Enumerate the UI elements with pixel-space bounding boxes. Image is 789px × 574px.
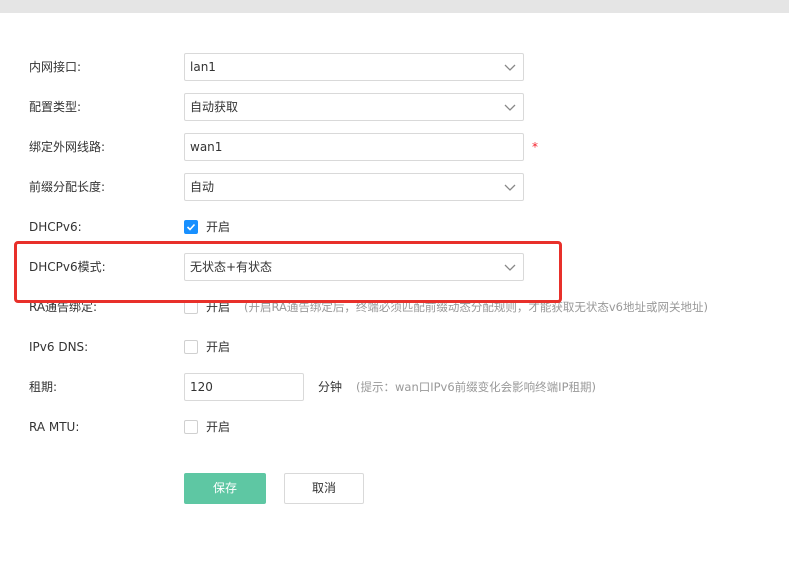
ipv6-dns-checkbox[interactable] (184, 340, 198, 354)
save-button[interactable]: 保存 (184, 473, 266, 504)
prefix-length-select[interactable]: 自动 (184, 173, 524, 201)
ra-binding-label: RA通告绑定: (29, 300, 98, 314)
row-ra-binding: RA通告绑定: 开启 (开启RA通告绑定后，终端必须匹配前缀动态分配规则，才能获… (0, 293, 789, 321)
lease-value: 120 (190, 380, 213, 394)
ipv6-dns-label: IPv6 DNS: (29, 340, 89, 354)
ra-mtu-checkbox[interactable] (184, 420, 198, 434)
row-dhcpv6-mode: DHCPv6模式: 无状态+有状态 (0, 253, 789, 281)
row-config-type: 配置类型: 自动获取 (0, 93, 789, 121)
wan-binding-input[interactable]: wan1 (184, 133, 524, 161)
row-wan-binding: 绑定外网线路: wan1 * (0, 133, 789, 161)
row-prefix-length: 前缀分配长度: 自动 (0, 173, 789, 201)
lan-interface-select[interactable]: lan1 (184, 53, 524, 81)
dhcpv6-mode-value: 无状态+有状态 (190, 260, 273, 274)
wan-binding-value: wan1 (190, 140, 223, 154)
ra-binding-checkbox[interactable] (184, 300, 198, 314)
prefix-length-label: 前缀分配长度: (29, 180, 106, 194)
lease-hint: (提示：wan口IPv6前缀变化会影响终端IP租期) (356, 380, 596, 394)
prefix-length-value: 自动 (190, 180, 215, 194)
ra-binding-hint: (开启RA通告绑定后，终端必须匹配前缀动态分配规则，才能获取无状态v6地址或网关… (244, 300, 708, 314)
chevron-down-icon (504, 64, 516, 71)
cancel-button[interactable]: 取消 (284, 473, 364, 504)
row-dhcpv6: DHCPv6: 开启 (0, 213, 789, 241)
chevron-down-icon (504, 104, 516, 111)
ipv6-dns-checkbox-label: 开启 (206, 340, 231, 354)
lan-interface-label: 内网接口: (29, 60, 82, 74)
row-ra-mtu: RA MTU: 开启 (0, 413, 789, 441)
lease-label: 租期: (29, 380, 58, 394)
dhcpv6-label: DHCPv6: (29, 220, 82, 234)
dhcpv6-mode-label: DHCPv6模式: (29, 260, 106, 274)
config-type-select[interactable]: 自动获取 (184, 93, 524, 121)
row-lan-interface: 内网接口: lan1 (0, 53, 789, 81)
wan-binding-label: 绑定外网线路: (29, 140, 106, 154)
chevron-down-icon (504, 264, 516, 271)
lease-input[interactable]: 120 (184, 373, 304, 401)
dhcpv6-checkbox[interactable] (184, 220, 198, 234)
dhcpv6-checkbox-label: 开启 (206, 220, 231, 234)
checkmark-icon (186, 223, 196, 231)
config-type-label: 配置类型: (29, 100, 82, 114)
config-type-value: 自动获取 (190, 100, 239, 114)
lan-interface-value: lan1 (190, 60, 216, 74)
chevron-down-icon (504, 184, 516, 191)
ra-binding-checkbox-label: 开启 (206, 300, 231, 314)
ra-mtu-label: RA MTU: (29, 420, 80, 434)
lease-unit: 分钟 (318, 380, 343, 394)
dhcpv6-mode-select[interactable]: 无状态+有状态 (184, 253, 524, 281)
row-ipv6-dns: IPv6 DNS: 开启 (0, 333, 789, 361)
ra-mtu-checkbox-label: 开启 (206, 420, 231, 434)
dhcpv6-form: 内网接口: lan1 配置类型: 自动获取 绑定外网线路: wan1 * 前缀分… (0, 0, 789, 574)
required-mark: * (532, 140, 538, 154)
row-lease: 租期: 120 分钟 (提示：wan口IPv6前缀变化会影响终端IP租期) (0, 373, 789, 401)
